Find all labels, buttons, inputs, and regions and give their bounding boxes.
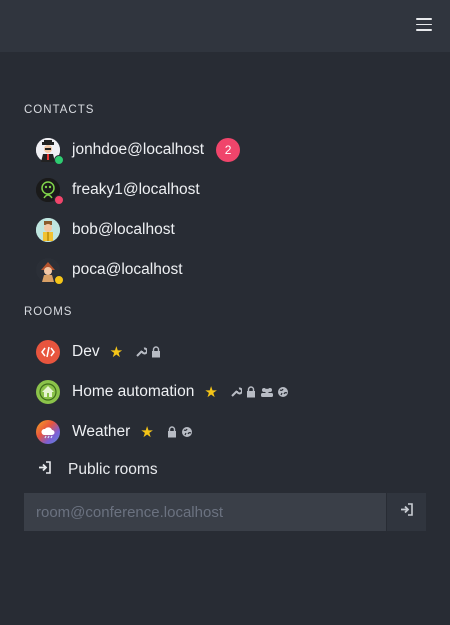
rooms-heading: ROOMS	[24, 306, 73, 318]
lock-icon	[152, 346, 161, 358]
weather-icon	[36, 420, 60, 444]
status-away-icon	[54, 275, 64, 285]
room-features	[230, 386, 289, 398]
avatar	[36, 178, 64, 205]
sign-in-icon	[400, 503, 414, 521]
room-name: Home automation	[72, 383, 195, 400]
globe-icon	[181, 427, 192, 437]
room-jid-input[interactable]	[24, 493, 386, 531]
group-icon	[260, 388, 273, 397]
room-name: Dev	[72, 343, 100, 360]
wrench-icon	[136, 347, 148, 357]
room-item-dev[interactable]: Dev ★	[36, 338, 162, 366]
room-item-home-automation[interactable]: Home automation ★	[36, 378, 289, 406]
contact-item-freaky1[interactable]: freaky1@localhost	[36, 176, 200, 205]
globe-icon	[277, 387, 288, 397]
avatar	[36, 138, 64, 165]
favorite-star-icon[interactable]: ★	[204, 383, 217, 401]
contact-item-bob[interactable]: bob@localhost	[36, 216, 175, 244]
hamburger-menu-icon[interactable]	[416, 18, 432, 32]
contacts-heading: CONTACTS	[24, 104, 95, 116]
unread-count-badge: 2	[216, 138, 241, 162]
lock-icon	[167, 426, 176, 438]
room-item-weather[interactable]: Weather ★	[36, 418, 193, 446]
avatar	[36, 258, 64, 285]
join-room-button[interactable]	[387, 493, 426, 531]
status-online-icon	[54, 155, 64, 165]
lock-icon	[246, 386, 255, 398]
home-icon	[36, 380, 60, 404]
room-features	[166, 426, 193, 438]
contact-name: bob@localhost	[72, 221, 175, 238]
favorite-star-icon[interactable]: ★	[110, 343, 123, 361]
public-rooms-link[interactable]: Public rooms	[38, 458, 158, 482]
room-name: Weather	[72, 423, 131, 440]
contact-name: freaky1@localhost	[72, 181, 200, 198]
code-icon	[36, 340, 60, 364]
contact-name: poca@localhost	[72, 261, 183, 278]
status-busy-icon	[54, 195, 64, 205]
contact-name: jonhdoe@localhost	[72, 141, 205, 158]
top-bar	[0, 0, 450, 52]
wrench-icon	[231, 387, 242, 397]
room-features	[135, 346, 162, 358]
sign-in-icon	[38, 461, 52, 479]
public-rooms-label: Public rooms	[68, 461, 158, 478]
avatar	[36, 218, 60, 242]
avatar-image	[36, 218, 60, 242]
contact-item-poca[interactable]: poca@localhost	[36, 256, 183, 285]
favorite-star-icon[interactable]: ★	[140, 423, 153, 441]
contact-item-jonhdoe[interactable]: jonhdoe@localhost 2	[36, 136, 241, 165]
